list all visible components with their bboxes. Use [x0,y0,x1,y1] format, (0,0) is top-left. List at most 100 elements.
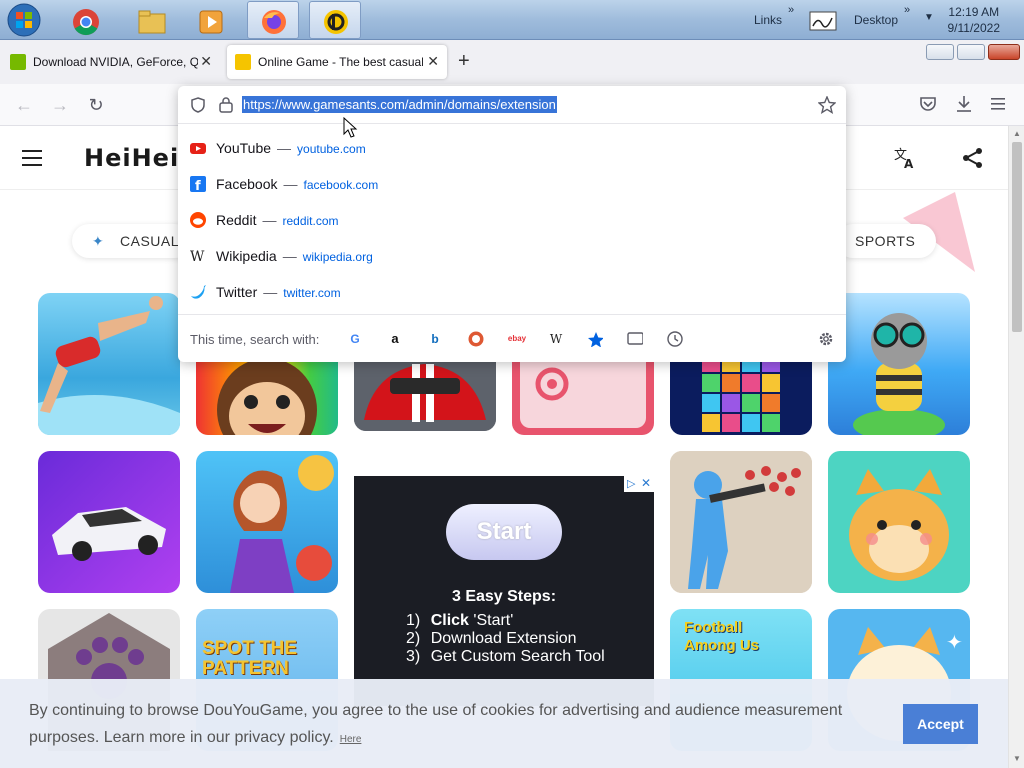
tab-title: Online Game - The best casual [258,55,423,69]
taskbar-app[interactable] [309,1,361,39]
tracking-protection-shield-icon[interactable] [190,97,206,113]
search-with-label: This time, search with: [190,332,320,347]
game-tile-old-man[interactable] [828,293,970,435]
game-tile-racing-car[interactable] [354,350,496,431]
lock-icon[interactable] [218,96,234,113]
links-toolbar-label[interactable]: Links [754,13,782,27]
advertisement[interactable]: ▷ ✕ Start 3 Easy Steps: 1) Click 'Start'… [354,476,654,706]
site-logo[interactable]: HeiHei [84,144,179,172]
category-casual[interactable]: ✦ CASUAL [72,224,192,258]
suggestion-separator: — [283,176,298,192]
signature-app-icon[interactable] [808,6,840,34]
tray-arrow-icon[interactable]: ▼ [924,12,934,23]
ad-step-3: 3) Get Custom Search Tool [406,648,605,666]
ad-step-1: 1) Click 'Start' [406,612,513,630]
nvidia-favicon-icon [10,54,26,70]
bookmark-star-icon[interactable] [818,96,836,114]
suggestion-title: YouTube [216,140,272,156]
bing-engine-icon[interactable]: b [427,331,443,347]
category-sports-label: SPORTS [855,233,916,249]
game-tile-flip-diving[interactable] [38,293,180,435]
suggestion-wikipedia[interactable]: W Wikipedia — wikipedia.org [178,238,846,274]
tabs-search-icon[interactable] [627,331,643,347]
system-clock[interactable]: 12:19 AM 9/11/2022 [948,4,1001,36]
clock-time: 12:19 AM [948,5,1000,19]
tab-nvidia[interactable]: Download NVIDIA, GeForce, Qu ✕ [2,45,220,79]
url-bar[interactable]: https://www.gamesants.com/admin/domains/… [178,86,846,124]
game-tile-army-shooter[interactable] [670,451,812,593]
close-tab-icon[interactable]: ✕ [200,53,212,70]
ad-choices-icon[interactable]: ▷ [627,477,635,490]
suggestion-twitter[interactable]: Twitter — twitter.com [178,274,846,310]
ad-step-text: Get Custom Search Tool [430,648,605,665]
game-tile-monkey[interactable] [196,350,338,435]
taskbar-media-player[interactable] [184,1,236,39]
ad-close-icon[interactable]: ✕ [641,476,651,490]
close-tab-icon[interactable]: ✕ [427,53,439,70]
category-sports[interactable]: SPORTS [836,224,936,258]
history-search-icon[interactable] [667,331,683,347]
suggestion-facebook[interactable]: f Facebook — facebook.com [178,166,846,202]
page-scrollbar[interactable]: ▲ ▼ [1008,126,1024,768]
new-tab-plus-icon[interactable]: + [458,50,470,73]
site-menu-icon[interactable] [22,150,42,171]
close-window-button[interactable] [988,44,1020,60]
suggestion-youtube[interactable]: YouTube — youtube.com [178,130,846,166]
old-man-thumbnail [853,313,945,435]
back-arrow-icon[interactable]: ← [13,94,35,116]
downloads-icon[interactable] [955,94,973,114]
army-thumbnail [670,451,812,593]
scrollbar-thumb[interactable] [1012,142,1022,332]
bubble-princess-thumbnail [230,455,334,593]
start-button[interactable] [4,2,48,38]
amazon-engine-icon[interactable]: a [387,331,403,347]
suggestion-reddit[interactable]: Reddit — reddit.com [178,202,846,238]
links-chevron-icon[interactable]: » [788,4,794,16]
svg-text:A: A [904,157,914,170]
desktop-chevron-icon[interactable]: » [904,4,910,16]
taskbar-firefox[interactable] [247,1,299,39]
ad-step-text: 'Start' [473,612,514,629]
maximize-button[interactable] [957,44,985,60]
forward-arrow-icon[interactable]: → [49,94,71,116]
search-settings-gear-icon[interactable] [818,331,834,347]
scroll-down-arrow-icon[interactable]: ▼ [1013,754,1021,763]
app-menu-icon[interactable] [991,97,1007,111]
white-car-thumbnail [52,507,166,561]
url-input[interactable]: https://www.gamesants.com/admin/domains/… [242,96,557,113]
game-tile-car-stunt[interactable] [38,451,180,593]
bookmarks-search-star-icon[interactable] [587,331,603,347]
cookie-consent-bar: By continuing to browse DouYouGame, you … [0,679,1008,768]
game-tile-bubble-shooter[interactable] [196,451,338,593]
game-tile-block-puzzle[interactable] [670,350,812,435]
search-engine-bar: This time, search with: G a b ebay W [178,314,846,362]
scroll-up-arrow-icon[interactable]: ▲ [1013,129,1021,138]
desktop-toolbar-label[interactable]: Desktop [854,13,898,27]
duckduckgo-engine-icon[interactable] [468,331,484,347]
ad-step-number: 1) [406,612,421,629]
casual-icon: ✦ [92,233,105,249]
ad-start-button[interactable]: Start [446,504,562,560]
football-among-us-title: Football Among Us [684,619,759,654]
reload-icon[interactable]: ↻ [85,94,107,116]
wikipedia-engine-icon[interactable]: W [548,331,564,347]
ad-choices[interactable]: ▷ ✕ [624,476,654,492]
url-bar-dropdown: https://www.gamesants.com/admin/domains/… [178,86,846,362]
suggestion-title: Facebook [216,176,278,192]
taskbar-chrome[interactable] [59,1,111,39]
tab-online-game[interactable]: Online Game - The best casual ✕ [227,45,447,79]
game-tile-cute-cat[interactable] [828,451,970,593]
ebay-engine-icon[interactable]: ebay [506,331,528,347]
ad-step-number: 2) [406,630,421,647]
suggestion-separator: — [262,212,277,228]
share-icon[interactable] [962,147,984,169]
privacy-policy-link[interactable]: Here [340,734,362,745]
google-engine-icon[interactable]: G [347,331,363,347]
translate-icon[interactable]: 文 A [893,146,917,170]
taskbar-explorer[interactable] [124,1,176,39]
accept-cookies-button[interactable]: Accept [903,704,978,744]
minimize-button[interactable] [926,44,954,60]
pocket-icon[interactable] [919,95,937,113]
chrome-icon [73,9,99,36]
game-tile-air-hockey[interactable] [512,350,654,435]
